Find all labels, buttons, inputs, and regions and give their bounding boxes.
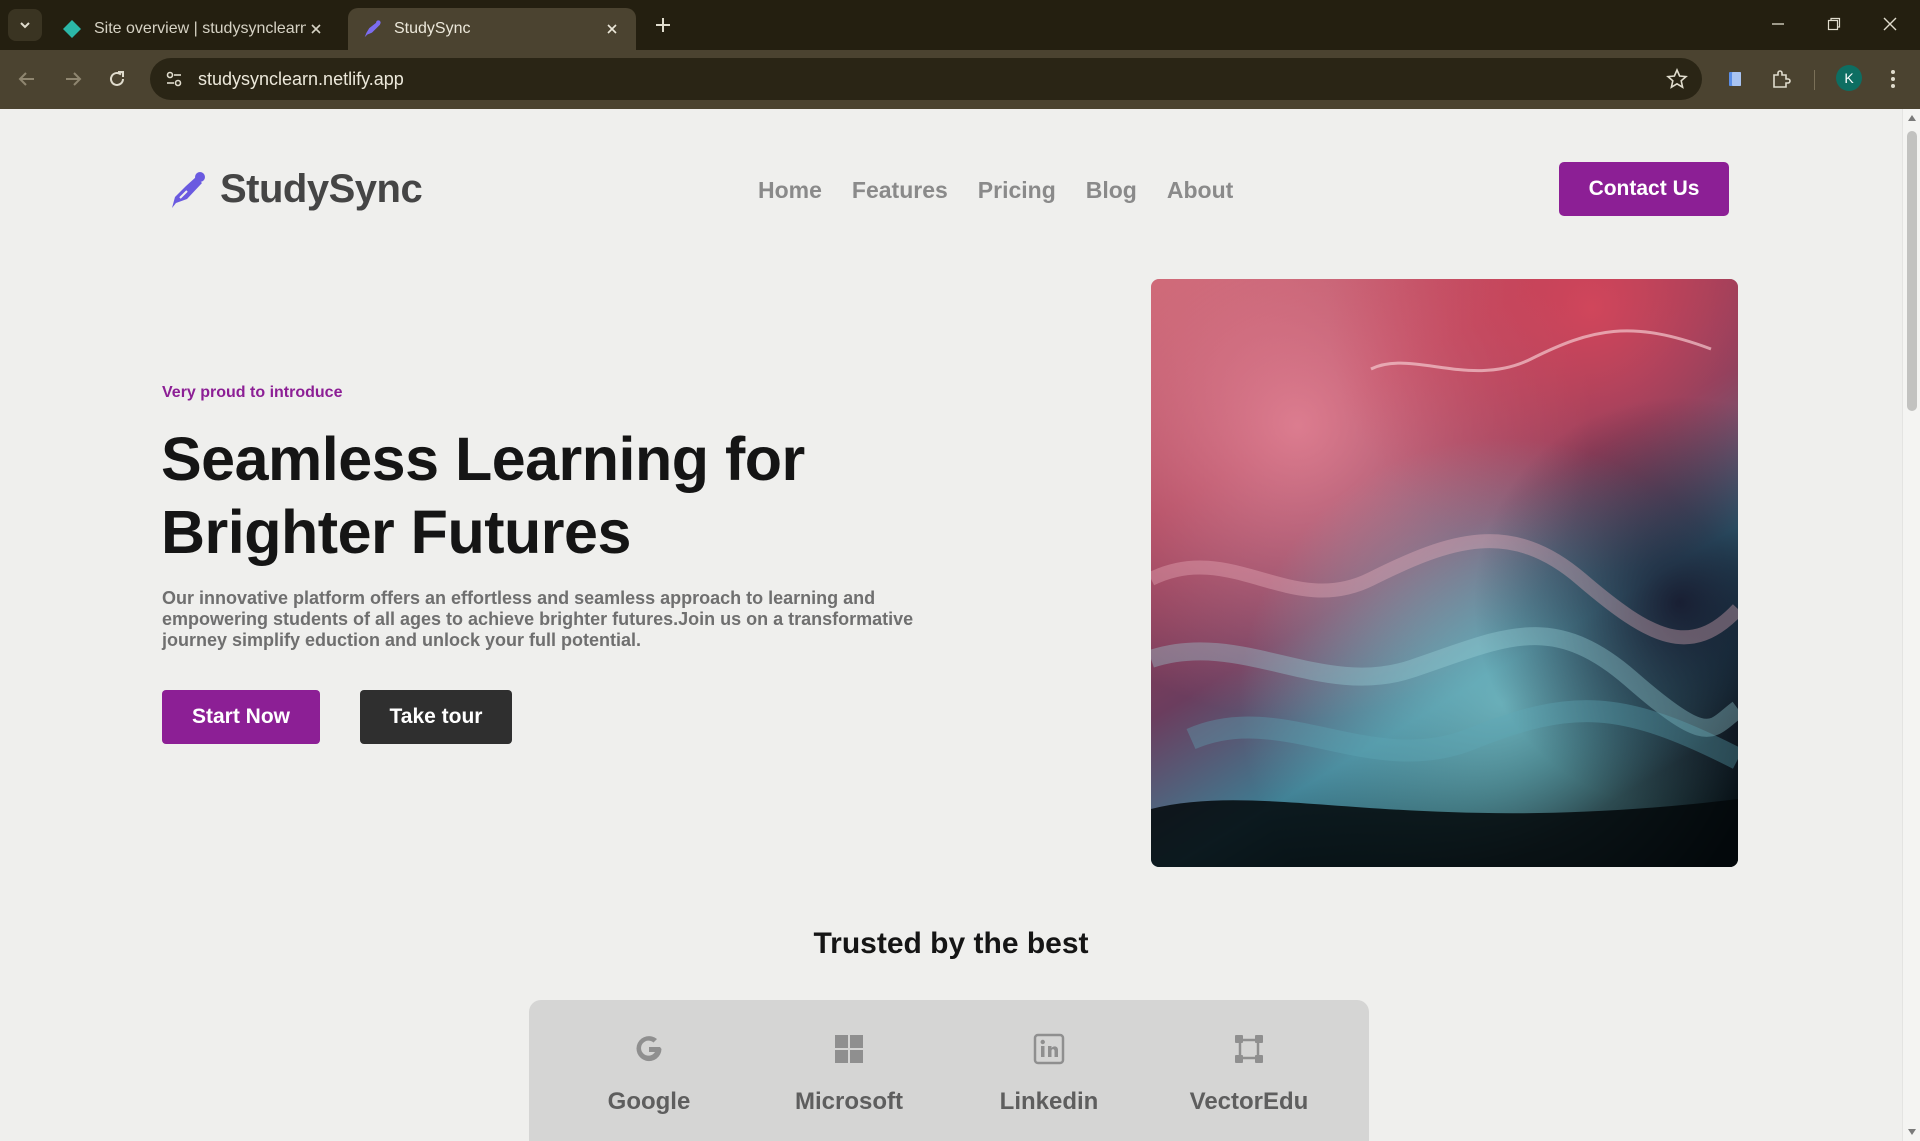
hero-headline: Seamless Learning for Brighter Futures bbox=[161, 423, 921, 569]
linkedin-icon bbox=[1033, 1033, 1065, 1065]
address-bar[interactable]: studysynclearn.netlify.app bbox=[150, 58, 1702, 100]
nav-pricing[interactable]: Pricing bbox=[978, 177, 1056, 204]
chevron-down-icon bbox=[20, 22, 30, 29]
partner-name: Google bbox=[607, 1088, 691, 1115]
browser-toolbar: studysynclearn.netlify.app K bbox=[0, 50, 1920, 109]
profile-avatar[interactable]: K bbox=[1836, 65, 1862, 91]
forward-button[interactable] bbox=[56, 62, 90, 96]
partner-name: Linkedin bbox=[999, 1088, 1099, 1115]
tab-studysync[interactable]: StudySync bbox=[348, 8, 636, 50]
hero-eyebrow: Very proud to introduce bbox=[162, 384, 343, 401]
trusted-heading: Trusted by the best bbox=[813, 927, 1089, 960]
scroll-down-arrow-icon[interactable] bbox=[1908, 1129, 1916, 1135]
site-logo[interactable]: StudySync bbox=[166, 167, 423, 212]
vector-square-icon bbox=[1235, 1035, 1263, 1063]
browser-tab-strip: Site overview | studysynclearn | StudySy… bbox=[0, 0, 1920, 50]
microsoft-icon bbox=[835, 1035, 863, 1063]
minimize-button[interactable] bbox=[1758, 8, 1798, 40]
bookmark-star-icon[interactable] bbox=[1666, 68, 1688, 90]
pen-nib-logo-icon bbox=[172, 171, 205, 208]
url-text: studysynclearn.netlify.app bbox=[198, 68, 404, 89]
arrow-right-icon bbox=[66, 72, 82, 86]
partner-vectoredu: VectorEdu bbox=[1149, 1032, 1349, 1116]
page-viewport: StudySync Home Features Pricing Blog Abo… bbox=[0, 109, 1902, 1141]
arrow-left-icon bbox=[18, 72, 34, 86]
scroll-thumb[interactable] bbox=[1907, 131, 1917, 411]
nav-features[interactable]: Features bbox=[852, 177, 948, 204]
more-menu-icon[interactable] bbox=[1878, 64, 1908, 94]
extensions-puzzle-icon[interactable] bbox=[1766, 64, 1796, 94]
start-now-button[interactable]: Start Now bbox=[162, 690, 320, 744]
partner-linkedin: Linkedin bbox=[949, 1032, 1149, 1116]
minimize-icon bbox=[1772, 23, 1784, 25]
close-tab-icon[interactable] bbox=[602, 19, 622, 39]
pen-nib-icon bbox=[362, 19, 382, 39]
hero-abstract-image bbox=[1151, 279, 1738, 867]
reload-button[interactable] bbox=[100, 62, 134, 96]
nav-home[interactable]: Home bbox=[758, 177, 822, 204]
partner-name: VectorEdu bbox=[1189, 1088, 1309, 1115]
partner-name: Microsoft bbox=[795, 1088, 903, 1115]
scroll-up-arrow-icon[interactable] bbox=[1908, 115, 1916, 121]
hero-description: Our innovative platform offers an effort… bbox=[162, 588, 914, 650]
nav-about[interactable]: About bbox=[1167, 177, 1233, 204]
back-button[interactable] bbox=[10, 62, 44, 96]
site-info-icon[interactable] bbox=[154, 59, 194, 99]
contact-us-button[interactable]: Contact Us bbox=[1559, 162, 1729, 216]
tab-title: Site overview | studysynclearn | bbox=[94, 20, 306, 37]
restore-button[interactable] bbox=[1814, 8, 1854, 40]
reading-list-icon[interactable] bbox=[1720, 64, 1750, 94]
close-tab-icon[interactable] bbox=[306, 19, 326, 39]
close-window-button[interactable] bbox=[1870, 8, 1910, 40]
toolbar-divider bbox=[1814, 70, 1815, 90]
restore-icon bbox=[1827, 17, 1841, 31]
brand-name: StudySync bbox=[220, 167, 423, 211]
headline-line-2: Brighter Futures bbox=[161, 498, 631, 566]
tab-search-button[interactable] bbox=[8, 9, 42, 41]
partner-logos-panel: Google Microsoft Linkedin VectorEdu bbox=[529, 1000, 1369, 1141]
nav-blog[interactable]: Blog bbox=[1086, 177, 1137, 204]
tab-site-overview[interactable]: Site overview | studysynclearn | bbox=[48, 8, 340, 50]
netlify-diamond-icon bbox=[62, 19, 82, 39]
partner-microsoft: Microsoft bbox=[749, 1032, 949, 1116]
plus-icon bbox=[656, 18, 670, 32]
new-tab-button[interactable] bbox=[650, 12, 676, 38]
partner-google: Google bbox=[549, 1032, 749, 1116]
take-tour-button[interactable]: Take tour bbox=[360, 690, 512, 744]
reload-icon bbox=[110, 71, 124, 86]
page-scrollbar[interactable] bbox=[1902, 109, 1920, 1141]
headline-line-1: Seamless Learning for bbox=[161, 425, 805, 493]
main-nav: Home Features Pricing Blog About bbox=[758, 177, 1263, 204]
tab-title: StudySync bbox=[394, 20, 471, 37]
google-icon bbox=[636, 1036, 662, 1062]
close-icon bbox=[1883, 17, 1897, 31]
